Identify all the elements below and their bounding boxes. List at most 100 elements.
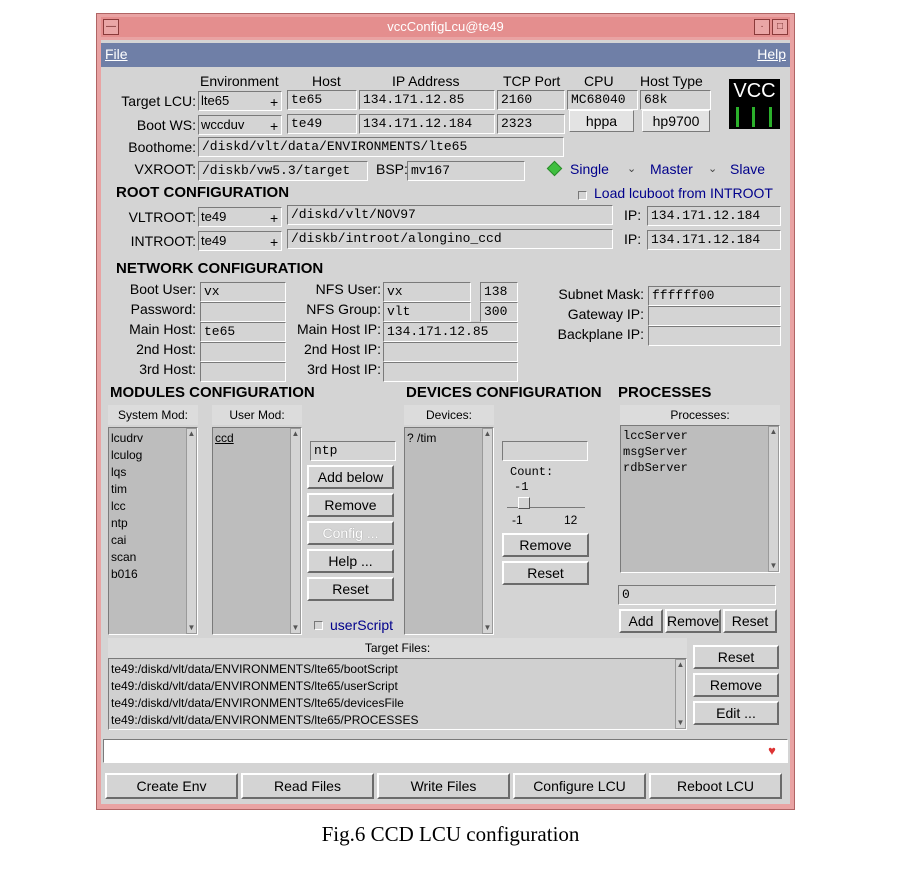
nfs-uid-field[interactable]: 138 — [480, 282, 518, 302]
minimize-button[interactable]: · — [754, 19, 770, 35]
third-host-field[interactable] — [200, 362, 286, 382]
list-item[interactable]: lculog — [111, 447, 143, 464]
system-mod-scrollbar[interactable]: ▲ ▼ — [186, 428, 197, 634]
remove-module-button[interactable]: Remove — [307, 493, 394, 517]
second-host-field[interactable] — [200, 342, 286, 362]
process-entry-field[interactable]: 0 — [618, 585, 776, 605]
load-lcuboot-checkbox[interactable] — [578, 191, 587, 200]
remove-device-button[interactable]: Remove — [502, 533, 589, 557]
introot-path-field[interactable]: /diskb/introot/alongino_ccd — [287, 229, 613, 249]
nfs-group-field[interactable]: vlt — [383, 302, 471, 322]
devices-scrollbar[interactable]: ▲ ▼ — [482, 428, 493, 634]
heart-icon[interactable]: ♥ — [762, 741, 782, 760]
processes-list[interactable]: lccServer msgServer rdbServer ▲ ▼ — [620, 425, 780, 573]
reboot-lcu-button[interactable]: Reboot LCU — [649, 773, 782, 799]
target-files-scrollbar[interactable]: ▲ ▼ — [675, 659, 686, 729]
slave-radio[interactable]: ⌄ — [708, 162, 717, 175]
devices-list[interactable]: ? /tim ▲ ▼ — [404, 427, 494, 635]
reset-module-button[interactable]: Reset — [307, 577, 394, 601]
maximize-button[interactable]: □ — [772, 19, 788, 35]
list-item[interactable]: lccServer — [623, 428, 688, 444]
introot-ip-field[interactable]: 134.171.12.184 — [647, 230, 781, 250]
master-radio[interactable]: ⌄ — [627, 162, 636, 175]
message-field[interactable] — [103, 739, 788, 763]
vltroot-ip-field[interactable]: 134.171.12.184 — [647, 206, 781, 226]
list-item[interactable]: te49:/diskd/vlt/data/ENVIRONMENTS/lte65/… — [111, 695, 418, 712]
scroll-down-icon[interactable]: ▼ — [676, 718, 685, 728]
write-files-button[interactable]: Write Files — [377, 773, 510, 799]
main-host-ip-field[interactable]: 134.171.12.85 — [383, 322, 518, 342]
list-item[interactable]: te49:/diskd/vlt/data/ENVIRONMENTS/lte65/… — [111, 678, 418, 695]
scroll-up-icon[interactable]: ▲ — [187, 429, 196, 439]
user-mod-list[interactable]: ccd ▲ ▼ — [212, 427, 302, 635]
help-module-button[interactable]: Help ... — [307, 549, 394, 573]
bsp-field[interactable]: mv167 — [407, 161, 525, 181]
scroll-down-icon[interactable]: ▼ — [187, 623, 196, 633]
target-port-field[interactable]: 2160 — [497, 90, 565, 110]
list-item[interactable]: lcudrv — [111, 430, 143, 447]
reset-device-button[interactable]: Reset — [502, 561, 589, 585]
backplane-ip-field[interactable] — [648, 326, 781, 346]
list-item[interactable]: b016 — [111, 566, 143, 583]
list-item[interactable]: tim — [111, 481, 143, 498]
list-item[interactable]: te49:/diskd/vlt/data/ENVIRONMENTS/lte65/… — [111, 712, 418, 729]
third-host-ip-field[interactable] — [383, 362, 518, 382]
processes-scrollbar[interactable]: ▲ ▼ — [768, 426, 779, 572]
target-ip-field[interactable]: 134.171.12.85 — [359, 90, 495, 110]
target-files-list[interactable]: te49:/diskd/vlt/data/ENVIRONMENTS/lte65/… — [108, 658, 687, 730]
boot-host-field[interactable]: te49 — [287, 114, 357, 134]
userscript-checkbox[interactable] — [314, 621, 323, 630]
scroll-up-icon[interactable]: ▲ — [483, 429, 492, 439]
edit-files-button[interactable]: Edit ... — [693, 701, 779, 725]
password-field[interactable] — [200, 302, 286, 322]
target-type-field[interactable]: 68k — [640, 90, 711, 110]
user-mod-scrollbar[interactable]: ▲ ▼ — [290, 428, 301, 634]
list-item[interactable]: lcc — [111, 498, 143, 515]
add-process-button[interactable]: Add — [619, 609, 663, 633]
scroll-up-icon[interactable]: ▲ — [769, 427, 778, 437]
scroll-down-icon[interactable]: ▼ — [483, 623, 492, 633]
configure-lcu-button[interactable]: Configure LCU — [513, 773, 646, 799]
list-item[interactable]: cai — [111, 532, 143, 549]
boothome-field[interactable]: /diskd/vlt/data/ENVIRONMENTS/lte65 — [198, 137, 564, 157]
scroll-up-icon[interactable]: ▲ — [676, 660, 685, 670]
vxroot-field[interactable]: /diskb/vw5.3/target — [198, 161, 368, 181]
menu-help[interactable]: Help — [757, 46, 786, 62]
boot-user-field[interactable]: vx — [200, 282, 286, 302]
scroll-up-icon[interactable]: ▲ — [291, 429, 300, 439]
target-cpu-field[interactable]: MC68040 — [567, 90, 638, 110]
count-slider-handle[interactable] — [518, 497, 530, 509]
scroll-down-icon[interactable]: ▼ — [291, 623, 300, 633]
nfs-user-field[interactable]: vx — [383, 282, 471, 302]
subnet-mask-field[interactable]: ffffff00 — [648, 286, 781, 306]
nfs-gid-field[interactable]: 300 — [480, 302, 518, 322]
boot-port-field[interactable]: 2323 — [497, 114, 565, 134]
main-host-field[interactable]: te65 — [200, 322, 286, 342]
list-item[interactable]: ccd — [215, 430, 234, 447]
list-item[interactable]: lqs — [111, 464, 143, 481]
remove-files-button[interactable]: Remove — [693, 673, 779, 697]
gateway-ip-field[interactable] — [648, 306, 781, 326]
list-item[interactable]: te49:/diskd/vlt/data/ENVIRONMENTS/lte65/… — [111, 661, 418, 678]
list-item[interactable]: rdbServer — [623, 460, 688, 476]
reset-process-button[interactable]: Reset — [723, 609, 777, 633]
reset-files-button[interactable]: Reset — [693, 645, 779, 669]
device-entry-field[interactable] — [502, 441, 588, 461]
system-mod-list[interactable]: lcudrv lculog lqs tim lcc ntp cai scan b… — [108, 427, 198, 635]
menu-file[interactable]: File — [105, 46, 128, 62]
remove-process-button[interactable]: Remove — [665, 609, 721, 633]
create-env-button[interactable]: Create Env — [105, 773, 238, 799]
add-below-button[interactable]: Add below — [307, 465, 394, 489]
boot-ip-field[interactable]: 134.171.12.184 — [359, 114, 495, 134]
second-host-ip-field[interactable] — [383, 342, 518, 362]
list-item[interactable]: scan — [111, 549, 143, 566]
scroll-down-icon[interactable]: ▼ — [769, 561, 778, 571]
list-item[interactable]: ntp — [111, 515, 143, 532]
read-files-button[interactable]: Read Files — [241, 773, 374, 799]
list-item[interactable]: ? /tim — [407, 430, 436, 447]
config-module-button[interactable]: Config ... — [307, 521, 394, 545]
vltroot-path-field[interactable]: /diskd/vlt/NOV97 — [287, 205, 613, 225]
module-entry-field[interactable]: ntp — [310, 441, 396, 461]
list-item[interactable]: msgServer — [623, 444, 688, 460]
target-host-field[interactable]: te65 — [287, 90, 357, 110]
